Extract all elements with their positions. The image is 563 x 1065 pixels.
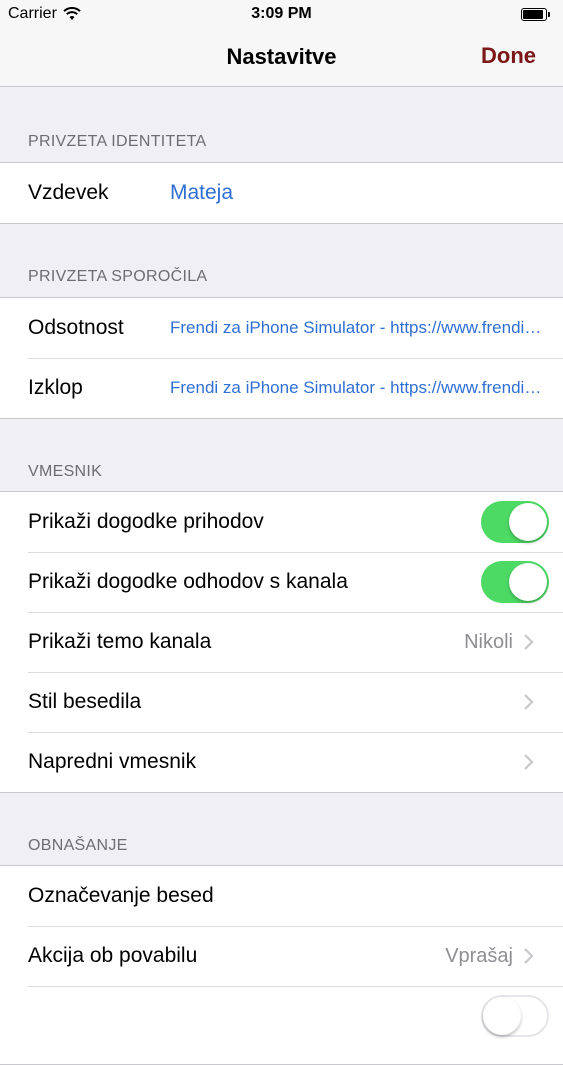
word-highlight-row[interactable]: Označevanje besed: [0, 866, 563, 926]
section-header-messages: PRIVZETA SPOROČILA: [28, 268, 208, 285]
show-parts-toggle[interactable]: [481, 561, 549, 603]
chevron-right-icon: [524, 754, 534, 770]
show-parts-label: Prikaži dogodke odhodov s kanala: [28, 570, 348, 593]
toggle-knob: [509, 503, 547, 541]
identity-group: Vzdevek Mateja: [0, 162, 563, 224]
quit-message-field[interactable]: Frendi za iPhone Simulator - https://www…: [170, 378, 545, 398]
status-bar: Carrier 3:09 PM: [0, 0, 563, 30]
invite-action-value: Vprašaj: [445, 944, 513, 967]
interface-group: Prikaži dogodke prihodov Prikaži dogodke…: [0, 491, 563, 793]
section-header-interface: VMESNIK: [28, 463, 103, 480]
page-title: Nastavitve: [226, 44, 337, 69]
away-label: Odsotnost: [28, 316, 124, 339]
text-style-label: Stil besedila: [28, 690, 142, 713]
quit-label: Izklop: [28, 376, 83, 399]
away-message-row[interactable]: Odsotnost Frendi za iPhone Simulator - h…: [0, 298, 563, 358]
advanced-interface-label: Napredni vmesnik: [28, 750, 197, 773]
chevron-right-icon: [524, 694, 534, 710]
show-joins-label: Prikaži dogodke prihodov: [28, 510, 264, 533]
show-parts-row: Prikaži dogodke odhodov s kanala: [0, 552, 563, 612]
behavior-group: Označevanje besed Akcija ob povabilu Vpr…: [0, 865, 563, 1065]
quit-message-row[interactable]: Izklop Frendi za iPhone Simulator - http…: [0, 358, 563, 418]
nickname-label: Vzdevek: [28, 181, 109, 204]
section-header-identity: PRIVZETA IDENTITETA: [28, 133, 207, 150]
show-topic-label: Prikaži temo kanala: [28, 630, 212, 653]
messages-group: Odsotnost Frendi za iPhone Simulator - h…: [0, 297, 563, 419]
done-button[interactable]: Done: [481, 43, 536, 69]
toggle-knob: [483, 997, 521, 1035]
nickname-row[interactable]: Vzdevek Mateja: [0, 163, 563, 223]
clock: 3:09 PM: [251, 5, 312, 22]
behavior-toggle-row: [0, 986, 563, 1046]
advanced-interface-row[interactable]: Napredni vmesnik: [0, 732, 563, 792]
show-topic-row[interactable]: Prikaži temo kanala Nikoli: [0, 612, 563, 672]
show-joins-toggle[interactable]: [481, 501, 549, 543]
behavior-toggle[interactable]: [481, 995, 549, 1037]
section-header-behavior: OBNAŠANJE: [28, 837, 128, 854]
navigation-bar: Nastavitve Done: [0, 30, 563, 87]
show-joins-row: Prikaži dogodke prihodov: [0, 492, 563, 552]
chevron-right-icon: [524, 634, 534, 650]
battery-icon: [521, 8, 553, 23]
invite-action-row[interactable]: Akcija ob povabilu Vprašaj: [0, 926, 563, 986]
word-highlight-label: Označevanje besed: [28, 884, 214, 907]
invite-action-label: Akcija ob povabilu: [28, 944, 198, 967]
text-style-row[interactable]: Stil besedila: [0, 672, 563, 732]
toggle-knob: [509, 563, 547, 601]
show-topic-value: Nikoli: [464, 630, 513, 653]
chevron-right-icon: [524, 948, 534, 964]
nickname-field[interactable]: Mateja: [170, 181, 233, 205]
away-message-field[interactable]: Frendi za iPhone Simulator - https://www…: [170, 318, 545, 338]
